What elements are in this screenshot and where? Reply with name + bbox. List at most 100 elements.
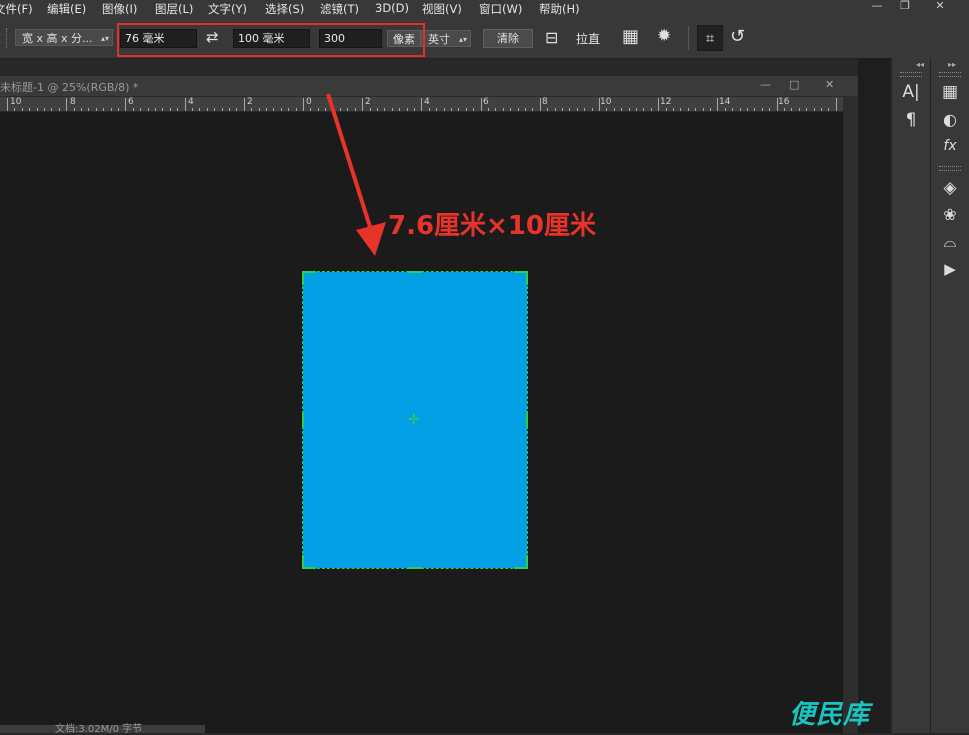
crop-handle[interactable] <box>526 555 528 569</box>
ruler-tick <box>29 108 31 111</box>
crop-handle[interactable] <box>302 555 304 569</box>
ruler-tick <box>606 108 608 111</box>
ruler-tick <box>221 108 223 111</box>
close-icon[interactable]: ✕ <box>925 0 955 12</box>
ruler-tick <box>88 108 90 111</box>
clear-button[interactable]: 清除 <box>483 29 533 48</box>
ruler-tick <box>206 108 208 111</box>
ruler-tick <box>58 108 60 111</box>
menu-layer[interactable]: 图层(L) <box>155 1 193 17</box>
crop-handle[interactable] <box>302 271 304 285</box>
arrow-head <box>356 222 386 256</box>
ruler-tick <box>628 108 630 111</box>
ruler-tick <box>724 108 726 111</box>
character-icon[interactable]: A| <box>892 82 930 102</box>
straighten-icon[interactable]: ⊟ <box>545 28 558 47</box>
menu-help[interactable]: 帮助(H) <box>539 1 580 17</box>
paths-icon[interactable]: ⌓ <box>931 232 969 252</box>
ratio-select[interactable]: 宽 x 高 x 分... ▴▾ <box>15 29 113 46</box>
ratio-select-label: 宽 x 高 x 分... <box>22 32 93 45</box>
ruler-tick <box>280 108 282 111</box>
restore-icon[interactable]: ❐ <box>890 0 920 12</box>
gear-icon[interactable]: ✹ <box>657 26 671 46</box>
ruler-label: 2 <box>247 97 253 107</box>
menu-image[interactable]: 图像(I) <box>102 1 137 17</box>
minimize-icon[interactable]: — <box>862 0 892 12</box>
doc-minimize-icon[interactable]: — <box>760 78 771 91</box>
ruler-tick <box>769 108 771 111</box>
ruler-tick <box>687 108 689 111</box>
channels-icon[interactable]: ❀ <box>931 205 969 224</box>
ruler-tick <box>458 108 460 111</box>
ruler-tick <box>510 108 512 111</box>
menu-window[interactable]: 窗口(W) <box>479 1 522 17</box>
ruler-tick <box>835 98 837 111</box>
adjustments-icon[interactable]: ◐ <box>931 110 969 129</box>
crop-handle[interactable] <box>408 271 422 273</box>
crop-handle[interactable] <box>302 567 316 569</box>
arrow-shaft <box>326 93 373 231</box>
menu-type[interactable]: 文字(Y) <box>208 1 247 17</box>
ruler-tick <box>562 108 563 111</box>
ruler-tick <box>414 108 415 111</box>
ruler-tick <box>103 108 105 111</box>
ruler-tick <box>791 108 793 111</box>
menu-select[interactable]: 选择(S) <box>265 1 304 17</box>
expand-icon[interactable]: ▸▸ <box>948 60 956 69</box>
crop-handle[interactable] <box>526 413 528 427</box>
menu-file[interactable]: 文件(F) <box>0 1 33 17</box>
paragraph-icon[interactable]: ¶ <box>892 110 930 130</box>
histogram-icon[interactable]: ▦ <box>931 82 969 102</box>
menu-edit[interactable]: 编辑(E) <box>47 1 86 17</box>
ruler-tick <box>621 108 623 111</box>
styles-icon[interactable]: fx <box>931 138 969 154</box>
menu-filter[interactable]: 滤镜(T) <box>320 1 359 17</box>
vertical-scrollbar[interactable] <box>843 97 858 733</box>
doc-close-icon[interactable]: ✕ <box>825 78 834 91</box>
crop-handle[interactable] <box>302 413 304 427</box>
ruler-tick <box>532 108 534 111</box>
ruler-label: 8 <box>70 97 76 107</box>
ruler-tick <box>155 108 156 111</box>
panel-grip[interactable] <box>939 166 961 171</box>
crop-handle[interactable] <box>408 567 422 569</box>
unit-select-label: 英寸 <box>428 33 450 46</box>
panel-grip[interactable] <box>939 72 961 77</box>
ruler-tick <box>539 98 541 111</box>
ruler-tick <box>821 108 822 111</box>
grid-overlay-icon[interactable]: ▦ <box>622 26 639 47</box>
layers-icon[interactable]: ◈ <box>931 178 969 198</box>
ruler-tick <box>118 108 119 111</box>
ruler-tick <box>317 108 319 111</box>
grip-handle[interactable] <box>6 28 10 48</box>
ruler-tick <box>162 108 164 111</box>
ruler-tick <box>66 98 68 111</box>
horizontal-ruler[interactable]: 10 8 6 4 2 0 2 4 6 8 10 12 14 16 <box>0 97 843 112</box>
reset-icon[interactable]: ↺ <box>730 26 745 47</box>
resolution-unit-select[interactable]: 英寸 ▴▾ <box>421 30 471 47</box>
actions-icon[interactable]: ▶ <box>931 260 969 278</box>
document-tab[interactable]: 未标题-1 @ 25%(RGB/8) * — □ ✕ <box>0 76 858 97</box>
crop-canvas[interactable]: ✛ <box>302 271 528 569</box>
collapse-icon[interactable]: ◂◂ <box>916 60 924 69</box>
menu-3d[interactable]: 3D(D) <box>375 1 409 15</box>
crop-center-icon: ✛ <box>408 412 420 428</box>
menu-view[interactable]: 视图(V) <box>422 1 462 17</box>
crop-handle[interactable] <box>302 271 316 273</box>
annotation-label: 7.6厘米×10厘米 <box>388 211 597 241</box>
ruler-tick <box>547 108 549 111</box>
doc-maximize-icon[interactable]: □ <box>789 78 799 91</box>
ruler-tick <box>236 108 238 111</box>
ruler-tick <box>665 108 667 111</box>
ruler-tick <box>554 108 556 111</box>
crop-handle[interactable] <box>526 271 528 285</box>
ruler-tick <box>813 108 815 111</box>
ruler-tick <box>798 108 800 111</box>
ruler-tick <box>643 108 645 111</box>
annotation-highlight-box <box>117 23 425 57</box>
ruler-tick <box>776 98 778 111</box>
ruler-tick <box>576 108 578 111</box>
panel-grip[interactable] <box>900 72 922 77</box>
straighten-label[interactable]: 拉直 <box>576 30 600 47</box>
delete-cropped-pixels-icon[interactable]: ⌗ <box>697 25 723 51</box>
